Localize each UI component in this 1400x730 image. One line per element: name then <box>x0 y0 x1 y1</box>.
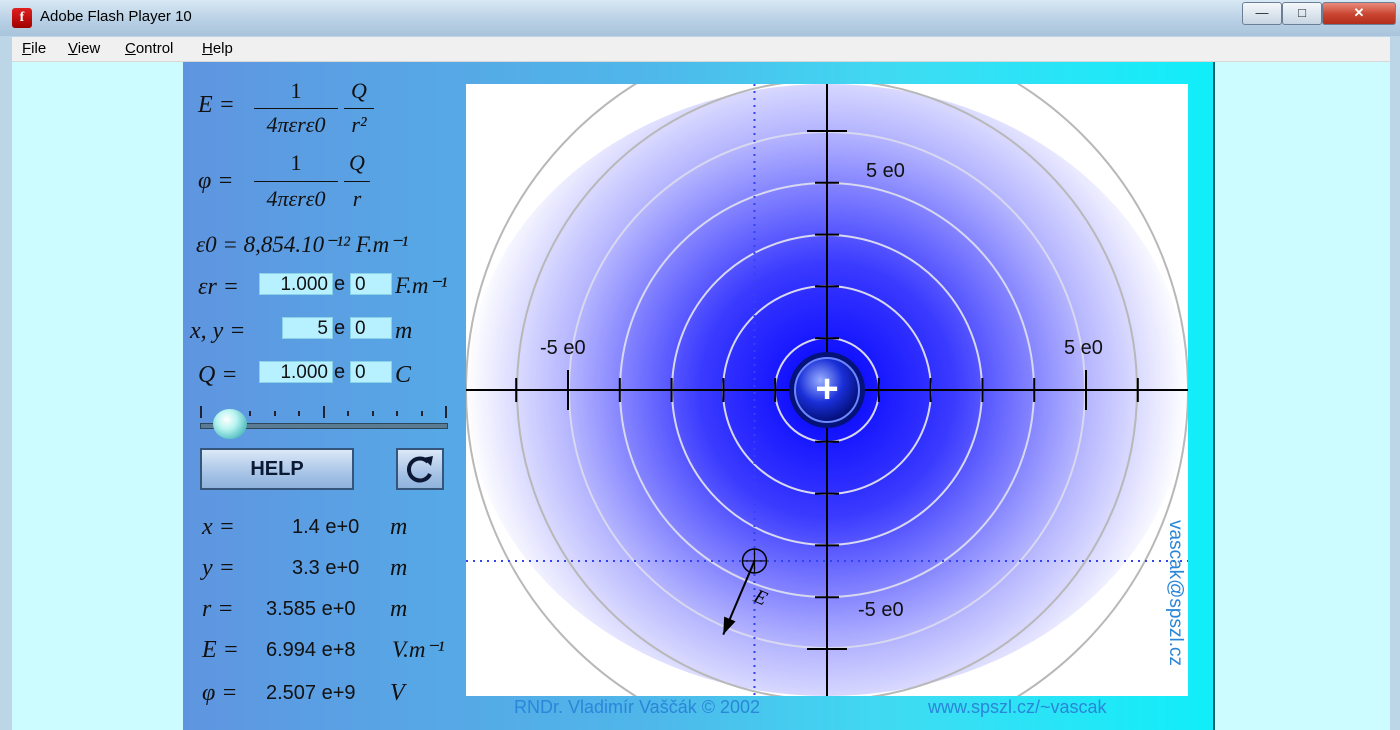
help-button[interactable]: HELP <box>200 448 354 490</box>
xy-exponent-input[interactable]: 0 <box>350 317 392 339</box>
close-button[interactable]: ✕ <box>1322 2 1396 25</box>
menu-view[interactable]: View <box>68 40 100 57</box>
eps-r-label: εr = <box>198 274 239 300</box>
eps-r-exponent-input[interactable]: 0 <box>350 273 392 295</box>
slider-tick <box>298 411 300 416</box>
xy-e: e <box>334 317 346 339</box>
slider-thumb[interactable] <box>213 409 247 439</box>
result-value: 2.507 e+9 <box>266 682 356 704</box>
q-e: e <box>334 361 346 383</box>
result-value: 3.3 e+0 <box>292 557 360 579</box>
charge-sign: + <box>815 367 838 411</box>
result-unit: m <box>390 514 408 540</box>
axis-label-y-neg: -5 e0 <box>858 599 904 621</box>
q-exponent-input[interactable]: 0 <box>350 361 392 383</box>
xy-label: x, y = <box>190 318 246 344</box>
slider-tick <box>322 406 325 418</box>
formula-phi-r: r <box>352 186 362 211</box>
refresh-icon <box>406 456 433 483</box>
result-label: φ = <box>202 680 238 706</box>
website-link[interactable]: www.spszl.cz/~vascak <box>928 697 1107 718</box>
email-link[interactable]: vascak@spszl.cz <box>1164 520 1186 666</box>
slider-tick <box>200 406 202 418</box>
window-title: Adobe Flash Player 10 <box>40 8 192 25</box>
menu-file[interactable]: File <box>22 40 46 57</box>
menu-help[interactable]: Help <box>202 40 233 57</box>
eps-r-mantissa-input[interactable]: 1.000 <box>259 273 333 295</box>
formula-e-num: 1 <box>290 78 302 103</box>
q-unit: C <box>395 362 412 388</box>
result-value: 3.585 e+0 <box>266 598 356 620</box>
slider-tick <box>249 411 251 416</box>
result-label: y = <box>202 555 235 581</box>
result-label: r = <box>202 596 234 622</box>
maximize-button[interactable]: □ <box>1282 2 1322 25</box>
flash-icon: f <box>12 8 32 28</box>
slider-tick <box>371 411 374 416</box>
result-label: E = <box>202 637 239 663</box>
formula-e-fracline <box>254 108 338 109</box>
formula-e-r2: r² <box>351 112 367 137</box>
author-credit: RNDr. Vladimír Vaščák © 2002 <box>514 697 761 717</box>
formula-phi-num: 1 <box>290 150 302 175</box>
reset-button[interactable] <box>396 448 444 490</box>
menu-control[interactable]: Control <box>125 40 173 57</box>
axis-label-y-pos: 5 e0 <box>866 160 905 182</box>
slider-tick <box>445 406 447 418</box>
q-mantissa-input[interactable]: 1.000 <box>259 361 333 383</box>
result-unit: m <box>390 555 408 581</box>
stage-border <box>1213 62 1215 730</box>
formula-phi-fracline2 <box>344 181 370 182</box>
formula-e-den: 4πεrε0 <box>266 112 326 137</box>
result-unit: m <box>390 596 408 622</box>
xy-unit: m <box>395 318 413 344</box>
result-value: 6.994 e+8 <box>266 639 356 661</box>
formula-e-fracline2 <box>344 108 374 109</box>
slider-tick <box>396 411 398 416</box>
formula-phi-lhs: φ = <box>198 168 234 194</box>
formula-phi-den: 4πεrε0 <box>266 186 326 211</box>
field-plot[interactable]: E + -5 e0 5 e0 5 e0 -5 e0 <box>466 84 1188 696</box>
title-bar[interactable]: f Adobe Flash Player 10 — □ ✕ <box>0 0 1400 36</box>
eps-r-unit: F.m⁻¹ <box>395 273 448 298</box>
eps-r-e: e <box>334 273 346 295</box>
q-label: Q = <box>198 362 238 388</box>
formula-phi-fracline <box>254 181 338 182</box>
axis-label-x-pos: 5 e0 <box>1064 337 1103 359</box>
slider-tick <box>273 411 276 416</box>
menu-bar: File View Control Help <box>12 37 1390 62</box>
result-unit: V.m⁻¹ <box>392 637 445 662</box>
result-value: 1.4 e+0 <box>292 516 360 538</box>
xy-mantissa-input[interactable]: 5 <box>282 317 333 339</box>
formula-e-q: Q <box>351 78 367 103</box>
formula-phi-q: Q <box>349 150 365 175</box>
result-label: x = <box>202 514 235 540</box>
slider-tick <box>347 411 349 416</box>
minimize-button[interactable]: — <box>1242 2 1282 25</box>
slider-tick <box>420 411 423 416</box>
formula-e-lhs: E = <box>198 92 235 118</box>
permittivity-constant: ε0 = 8,854.10⁻¹² F.m⁻¹ <box>196 232 409 257</box>
result-unit: V <box>390 680 405 706</box>
axis-label-x-neg: -5 e0 <box>540 337 586 359</box>
